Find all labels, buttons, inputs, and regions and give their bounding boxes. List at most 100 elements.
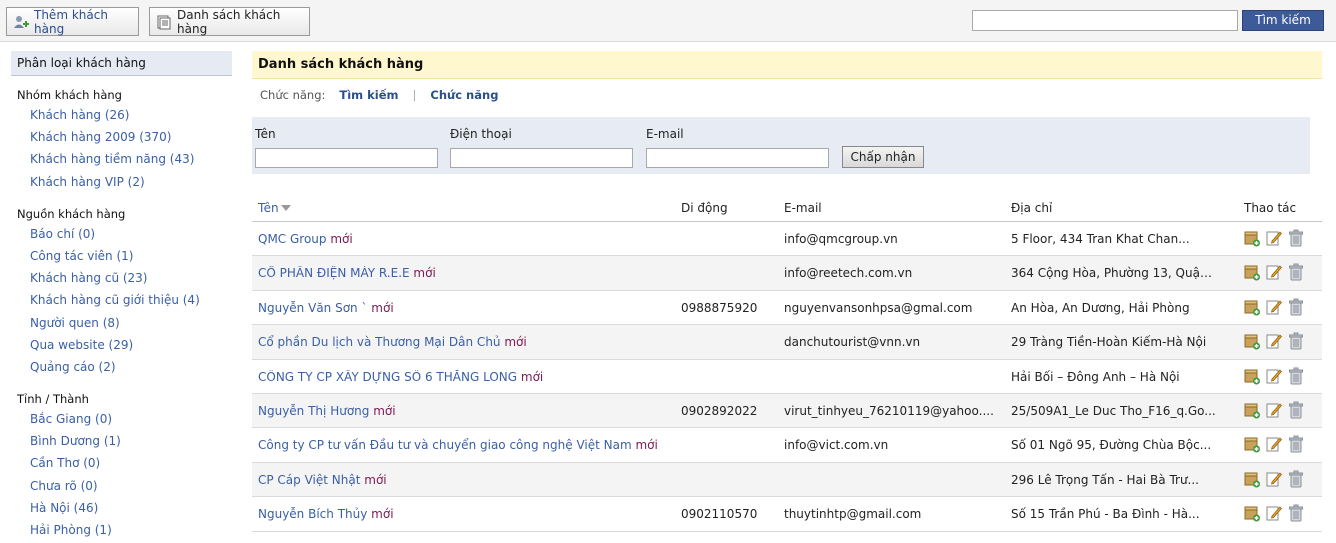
name-filter-input[interactable] — [255, 148, 438, 168]
sidebar-item[interactable]: Khách hàng 2009 (370) — [11, 128, 232, 150]
customer-name-link[interactable]: Công ty CP tư vấn Đầu tư và chuyển giao … — [258, 438, 668, 452]
edit-icon[interactable] — [1266, 470, 1282, 488]
row-actions — [1244, 229, 1304, 247]
row-actions — [1244, 367, 1304, 385]
add-customer-button[interactable]: Thêm khách hàng — [6, 7, 139, 36]
add-to-group-icon[interactable] — [1244, 504, 1260, 522]
customer-name-link[interactable]: CỔ PHẦN ĐIỆN MÁY R.E.E mới — [258, 266, 668, 280]
sidebar-item[interactable]: Khách hàng cũ giới thiệu (4) — [11, 291, 232, 313]
customer-address: 29 Tràng Tiền-Hoàn Kiếm-Hà Nội — [1011, 335, 1207, 350]
customer-address: 296 Lê Trọng Tấn - Hai Bà Trư... — [1011, 472, 1199, 487]
trash-icon[interactable] — [1288, 435, 1304, 453]
edit-icon[interactable] — [1266, 367, 1282, 385]
sidebar-item[interactable]: Khách hàng cũ (23) — [11, 269, 232, 291]
filter-panel: Tên Điện thoại E-mail Chấp nhận — [252, 117, 1310, 174]
row-actions — [1244, 470, 1304, 488]
customer-name-link[interactable]: QMC Group mới — [258, 232, 668, 246]
customer-name: QMC Group — [258, 232, 327, 246]
sidebar-item[interactable]: Bình Dương (1) — [11, 432, 232, 454]
customer-name-link[interactable]: Nguyễn Thị Hương mới — [258, 404, 668, 418]
trash-icon[interactable] — [1288, 470, 1304, 488]
list-icon — [156, 14, 172, 30]
customer-mobile: 0988875920 — [681, 300, 758, 315]
trash-icon[interactable] — [1288, 332, 1304, 350]
sidebar-item[interactable]: Khách hàng tiềm năng (43) — [11, 150, 232, 172]
customer-list-button[interactable]: Danh sách khách hàng — [149, 7, 310, 36]
sidebar-item[interactable]: Khách hàng (26) — [11, 106, 232, 128]
table-row: Nguyễn Văn Sơn ` mới 0988875920 nguyenva… — [252, 291, 1322, 326]
new-tag: mới — [371, 507, 394, 522]
row-actions — [1244, 435, 1304, 453]
customer-table: Tên Di động E-mail Địa chỉ Thao tác QMC … — [252, 191, 1322, 532]
customer-mobile: 0902110570 — [681, 507, 758, 522]
customer-name-link[interactable]: CÔNG TY CP XÂY DỰNG SỐ 6 THĂNG LONG mới — [258, 370, 668, 384]
main-content: Danh sách khách hàng Chức năng: Tìm kiếm… — [252, 51, 1322, 532]
function-label: Chức năng: — [260, 88, 326, 102]
add-to-group-icon[interactable] — [1244, 298, 1260, 316]
sidebar-item[interactable]: Hà Nội (46) — [11, 499, 232, 521]
search-input[interactable] — [972, 10, 1238, 31]
edit-icon[interactable] — [1266, 229, 1282, 247]
row-actions — [1244, 401, 1304, 419]
sidebar-item[interactable]: Báo chí (0) — [11, 225, 232, 247]
customer-name-link[interactable]: Cổ phần Du lịch và Thương Mại Dân Chủ mớ… — [258, 335, 668, 349]
email-filter-input[interactable] — [646, 148, 829, 168]
sidebar-item[interactable]: Quảng cáo (2) — [11, 358, 232, 380]
customer-address: An Hòa, An Dương, Hải Phòng — [1011, 300, 1190, 315]
sidebar-group-title: Nguồn khách hàng — [17, 206, 126, 221]
new-tag: mới — [330, 232, 353, 246]
trash-icon[interactable] — [1288, 504, 1304, 522]
row-actions — [1244, 504, 1304, 522]
add-to-group-icon[interactable] — [1244, 229, 1260, 247]
sidebar-item[interactable]: Công tác viên (1) — [11, 247, 232, 269]
trash-icon[interactable] — [1288, 367, 1304, 385]
customer-name-link[interactable]: Nguyễn Văn Sơn ` mới — [258, 301, 668, 315]
add-to-group-icon[interactable] — [1244, 332, 1260, 350]
sidebar-item[interactable]: Người quen (8) — [11, 314, 232, 336]
trash-icon[interactable] — [1288, 298, 1304, 316]
phone-filter-input[interactable] — [450, 148, 633, 168]
sidebar-item[interactable]: Bắc Giang (0) — [11, 410, 232, 432]
edit-icon[interactable] — [1266, 332, 1282, 350]
search-button[interactable]: Tìm kiếm — [1242, 10, 1324, 31]
customer-address: 25/509A1_Le Duc Tho_F16_q.Go... — [1011, 403, 1216, 418]
new-tag: mới — [520, 369, 544, 384]
sidebar-item[interactable]: Hải Phòng (1) — [11, 521, 232, 543]
customer-address: Hải Bối – Đông Anh – Hà Nội — [1011, 369, 1180, 384]
apply-filter-button[interactable]: Chấp nhận — [842, 146, 924, 168]
customer-name-link[interactable]: Nguyễn Bích Thủy mới — [258, 507, 668, 521]
customer-name: CỔ PHẦN ĐIỆN MÁY R.E.E — [258, 266, 410, 281]
customer-name-link[interactable]: CP Cáp Việt Nhật mới — [258, 473, 668, 487]
sidebar-title: Phân loại khách hàng — [11, 51, 232, 76]
edit-icon[interactable] — [1266, 298, 1282, 316]
function-separator: | — [412, 88, 417, 102]
add-to-group-icon[interactable] — [1244, 401, 1260, 419]
edit-icon[interactable] — [1266, 435, 1282, 453]
edit-icon[interactable] — [1266, 263, 1282, 281]
phone-filter-label: Điện thoại — [450, 127, 512, 141]
add-to-group-icon[interactable] — [1244, 435, 1260, 453]
table-body: QMC Group mới info@qmcgroup.vn 5 Floor, … — [252, 222, 1322, 532]
row-actions — [1244, 332, 1304, 350]
sidebar-item[interactable]: Chưa rõ (0) — [11, 477, 232, 499]
function-link[interactable]: Chức năng — [430, 88, 498, 102]
add-to-group-icon[interactable] — [1244, 470, 1260, 488]
add-to-group-icon[interactable] — [1244, 367, 1260, 385]
edit-icon[interactable] — [1266, 401, 1282, 419]
table-row: QMC Group mới info@qmcgroup.vn 5 Floor, … — [252, 222, 1322, 257]
customer-list-label: Danh sách khách hàng — [177, 7, 281, 36]
top-toolbar: Thêm khách hàng Danh sách khách hàng Tìm… — [0, 0, 1336, 42]
sidebar-item[interactable]: Khách hàng VIP (2) — [11, 173, 232, 195]
trash-icon[interactable] — [1288, 401, 1304, 419]
add-to-group-icon[interactable] — [1244, 263, 1260, 281]
new-tag: mới — [504, 335, 527, 350]
name-column-header[interactable]: Tên — [258, 201, 291, 215]
table-row: CÔNG TY CP XÂY DỰNG SỐ 6 THĂNG LONG mới … — [252, 360, 1322, 394]
search-link[interactable]: Tìm kiếm — [339, 88, 398, 102]
trash-icon[interactable] — [1288, 229, 1304, 247]
customer-name: Nguyễn Thị Hương — [258, 403, 370, 418]
sidebar-item[interactable]: Cần Thơ (0) — [11, 454, 232, 476]
edit-icon[interactable] — [1266, 504, 1282, 522]
sidebar-item[interactable]: Qua website (29) — [11, 336, 232, 358]
trash-icon[interactable] — [1288, 263, 1304, 281]
